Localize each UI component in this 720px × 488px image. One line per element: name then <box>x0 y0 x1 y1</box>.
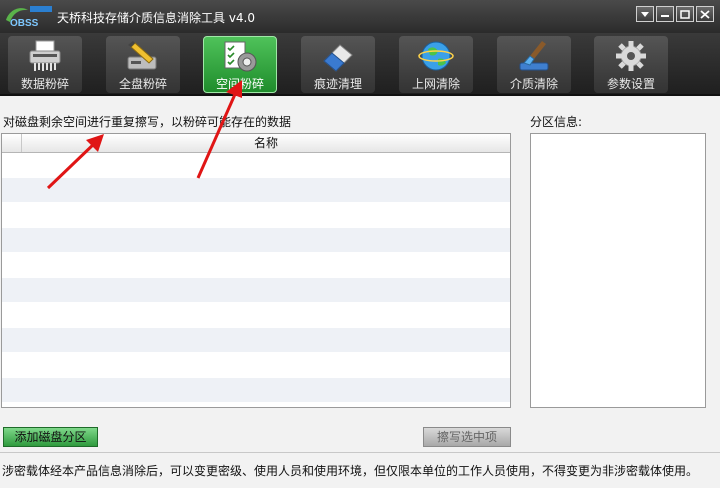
close-icon <box>700 9 710 19</box>
app-logo: OBSS <box>4 4 54 29</box>
table-header: 名称 <box>2 134 510 153</box>
window-title: 天桥科技存储介质信息消除工具 v4.0 <box>57 11 256 25</box>
table-row <box>2 328 510 353</box>
footer-notice: 涉密载体经本产品信息消除后，可以变更密级、使用人员和使用环境，但仅限本单位的工作… <box>2 464 699 478</box>
svg-text:OBSS: OBSS <box>10 18 39 28</box>
table-row <box>2 303 510 328</box>
tab-web-clean[interactable]: 上网清除 <box>399 36 473 93</box>
tab-label: 数据粉碎 <box>20 77 69 91</box>
minimize-icon <box>661 15 669 17</box>
tab-label: 痕迹清理 <box>313 77 362 91</box>
tab-trace-clean[interactable]: 痕迹清理 <box>301 36 375 93</box>
table-body <box>2 153 510 407</box>
partition-info-label: 分区信息: <box>530 115 583 129</box>
gear-icon <box>611 38 651 74</box>
table-row <box>2 403 510 407</box>
main-toolbar: 数据粉碎 全盘粉碎 空间粉碎 痕迹清理 上网清除 介质清除 参数设置 <box>0 33 720 96</box>
tab-settings[interactable]: 参数设置 <box>594 36 668 93</box>
table-row <box>2 378 510 403</box>
table-row <box>2 153 510 178</box>
function-description: 对磁盘剩余空间进行重复擦写，以粉碎可能存在的数据 <box>3 115 292 129</box>
minimize-button[interactable] <box>656 6 674 22</box>
brush-icon <box>514 38 554 74</box>
title-bar: OBSS 天桥科技存储介质信息消除工具 v4.0 <box>0 0 720 33</box>
partition-info-panel <box>530 133 706 408</box>
eraser-icon <box>318 38 358 74</box>
table-row <box>2 178 510 203</box>
maximize-button[interactable] <box>676 6 694 22</box>
tab-space-shred[interactable]: 空间粉碎 <box>203 36 277 93</box>
tab-label: 介质清除 <box>509 77 558 91</box>
table-row <box>2 203 510 228</box>
name-column-header[interactable]: 名称 <box>22 134 510 152</box>
space-shred-icon <box>220 39 260 74</box>
disk-shred-icon <box>123 38 163 74</box>
tab-label: 上网清除 <box>411 77 460 91</box>
tab-label: 空间粉碎 <box>215 77 264 91</box>
tab-label: 全盘粉碎 <box>118 77 167 91</box>
divider <box>0 452 720 453</box>
maximize-icon <box>680 9 690 19</box>
tab-full-disk-shred[interactable]: 全盘粉碎 <box>106 36 180 93</box>
add-partition-button[interactable]: 添加磁盘分区 <box>3 427 98 447</box>
caret-down-icon <box>641 12 649 17</box>
globe-icon <box>416 38 456 74</box>
tab-media-clean[interactable]: 介质清除 <box>497 36 571 93</box>
partition-table[interactable]: 名称 <box>1 133 511 408</box>
table-row <box>2 278 510 303</box>
tab-label: 参数设置 <box>606 77 655 91</box>
select-column-header[interactable] <box>2 134 22 152</box>
table-row <box>2 253 510 278</box>
wipe-selected-button[interactable]: 擦写选中项 <box>423 427 511 447</box>
table-row <box>2 353 510 378</box>
table-row <box>2 228 510 253</box>
tab-data-shred[interactable]: 数据粉碎 <box>8 36 82 93</box>
window-controls <box>636 6 714 22</box>
shredder-icon <box>25 38 65 74</box>
close-button[interactable] <box>696 6 714 22</box>
dropdown-menu-button[interactable] <box>636 6 654 22</box>
